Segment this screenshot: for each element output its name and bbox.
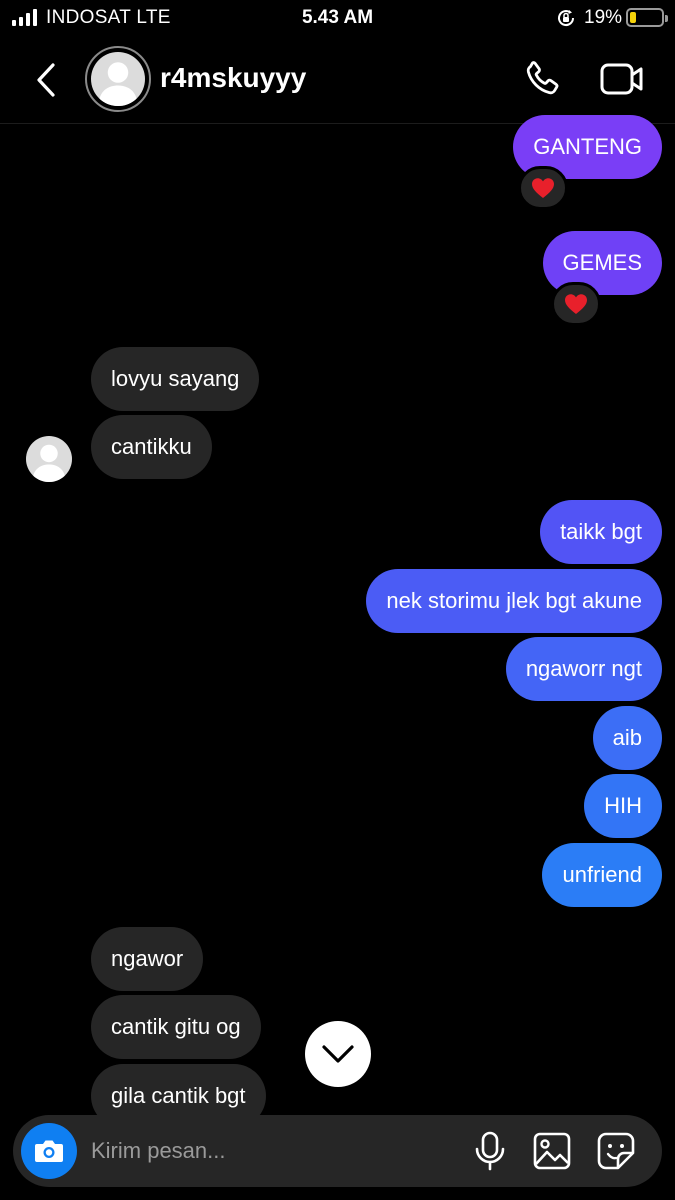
sticker-icon[interactable] xyxy=(596,1131,636,1171)
message-bubble-outgoing[interactable]: ngaworr ngt xyxy=(505,637,662,701)
camera-icon xyxy=(35,1140,63,1162)
message-bubble-incoming[interactable]: ngawor xyxy=(91,927,204,991)
gallery-icon[interactable] xyxy=(532,1131,572,1171)
sender-avatar[interactable] xyxy=(26,436,72,482)
heart-reaction[interactable] xyxy=(551,282,601,326)
message-bubble-outgoing[interactable]: HIH xyxy=(584,774,662,838)
chat-header: r4mskuyyy xyxy=(0,36,675,124)
battery-percent: 19% xyxy=(584,7,623,28)
camera-button[interactable] xyxy=(21,1123,77,1179)
rotation-lock-icon xyxy=(558,10,575,27)
default-avatar-icon xyxy=(32,444,66,482)
profile-avatar[interactable] xyxy=(85,46,151,112)
message-bubble-outgoing[interactable]: nek storimu jlek bgt akune xyxy=(366,569,662,633)
status-bar: INDOSAT LTE 5.43 AM 19% xyxy=(0,0,675,36)
message-bubble-incoming[interactable]: cantik gitu og xyxy=(91,995,261,1059)
scroll-to-bottom-button[interactable] xyxy=(305,1021,371,1087)
heart-reaction[interactable] xyxy=(518,166,568,210)
message-input[interactable] xyxy=(91,1115,461,1187)
microphone-icon[interactable] xyxy=(471,1131,509,1171)
message-bubble-incoming[interactable]: lovyu sayang xyxy=(91,347,260,411)
battery-icon xyxy=(626,8,668,27)
back-chevron-icon xyxy=(37,63,55,97)
heart-icon xyxy=(532,178,554,198)
chevron-down-icon xyxy=(322,1045,354,1063)
video-camera-icon[interactable] xyxy=(600,60,644,98)
message-bubble-outgoing[interactable]: aib xyxy=(592,706,662,770)
message-bubble-incoming[interactable]: cantikku xyxy=(91,415,212,479)
default-avatar-icon xyxy=(98,62,138,106)
message-composer xyxy=(13,1115,662,1187)
phone-icon[interactable] xyxy=(521,58,563,100)
back-button[interactable] xyxy=(28,58,64,102)
message-bubble-outgoing[interactable]: taikk bgt xyxy=(540,500,662,564)
chat-username[interactable]: r4mskuyyy xyxy=(160,62,306,94)
message-bubble-outgoing[interactable]: unfriend xyxy=(542,843,662,907)
heart-icon xyxy=(565,294,587,314)
